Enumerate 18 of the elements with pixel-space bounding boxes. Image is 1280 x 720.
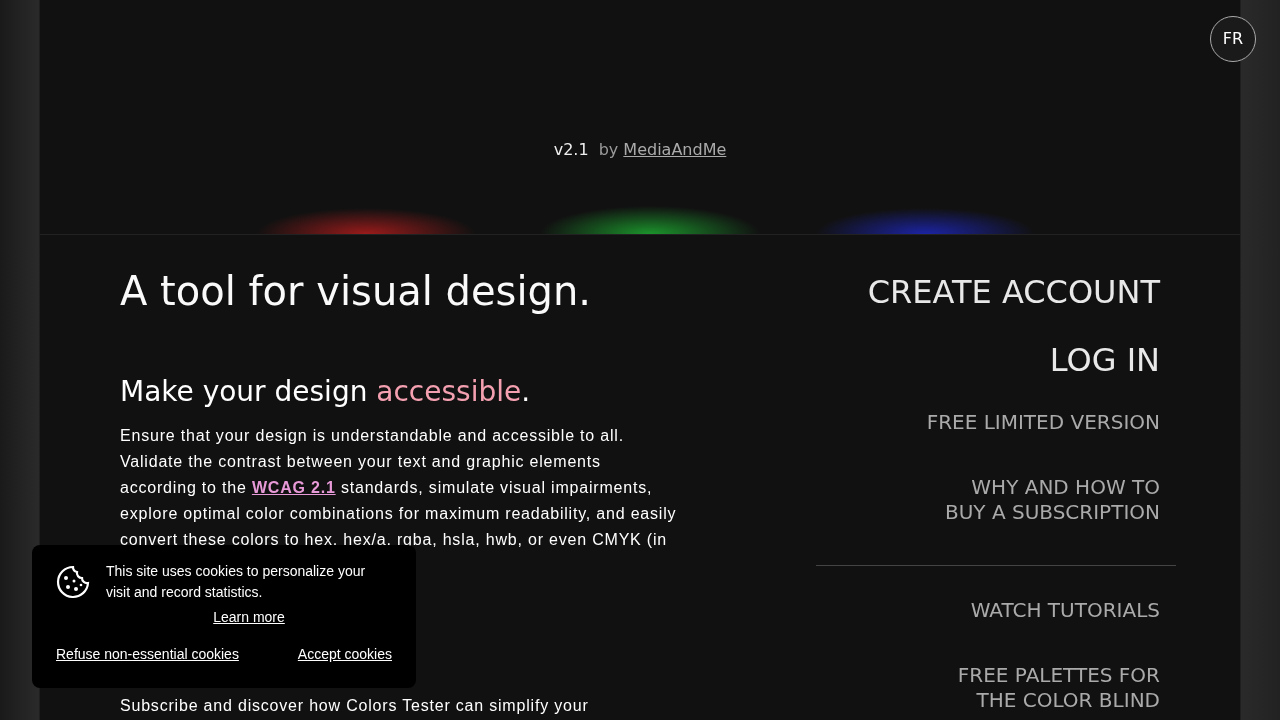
section-heading: Make your design accessible. (120, 375, 532, 409)
refuse-cookies-link[interactable]: Refuse non-essential cookies (56, 644, 239, 665)
headline: A tool for visual design. (120, 267, 592, 315)
subscribe-paragraph: Subscribe and discover how Colors Tester can simplify your (120, 695, 590, 716)
account-link[interactable]: LOG IN (816, 341, 1176, 380)
menu-link[interactable]: FREE LIMITED VERSION (816, 409, 1176, 435)
version-label: v2.1 (553, 139, 589, 161)
accept-cookies-link[interactable]: Accept cookies (297, 644, 392, 665)
cookie-message: This site uses cookies to personalize your visit and record statistics. (106, 562, 367, 602)
byline: by MediaAndMe (598, 139, 727, 161)
wcag-link[interactable]: WCAG 2.1 (251, 478, 336, 496)
menu-link[interactable]: WATCH TUTORIALS (816, 597, 1176, 623)
learn-more-link[interactable]: Learn more (213, 607, 285, 628)
author-link[interactable]: MediaAndMe (623, 140, 727, 159)
account-link[interactable]: CREATE ACCOUNT (816, 273, 1176, 312)
menu-link[interactable]: FREE PALETTES FOR THE COLOR BLIND (816, 662, 1176, 713)
cookie-icon (56, 565, 90, 599)
menu-link[interactable]: WHY AND HOW TO BUY A SUBSCRIPTION (816, 474, 1176, 525)
